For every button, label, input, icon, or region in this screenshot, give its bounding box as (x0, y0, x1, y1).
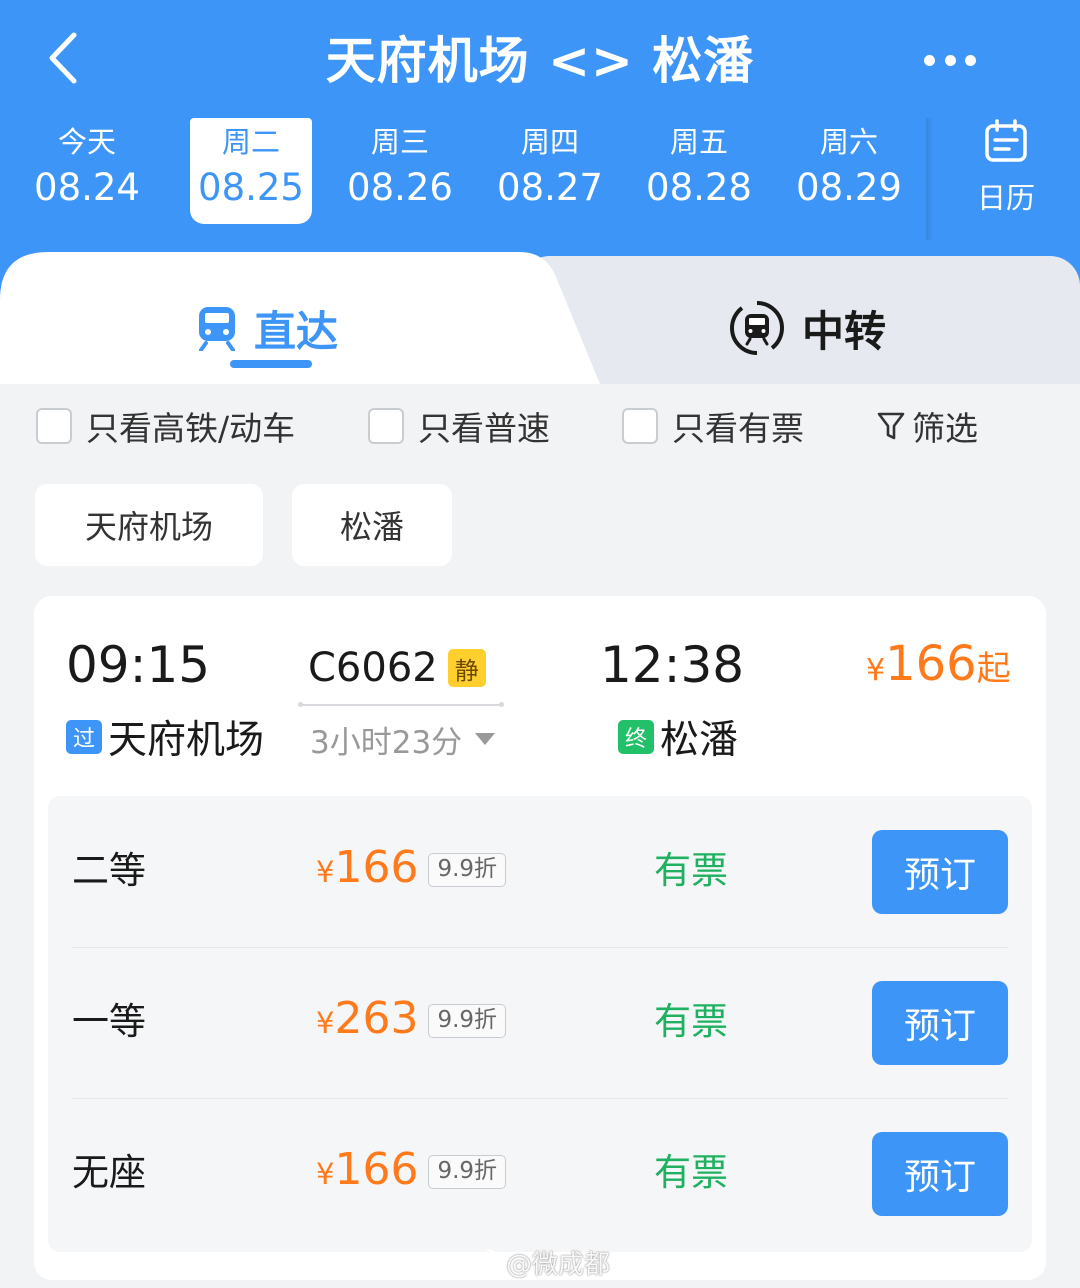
date-value: 08.24 (34, 166, 140, 209)
date-tab-0827[interactable]: 周四 08.27 (489, 118, 611, 224)
tab-transfer[interactable]: 中转 (728, 288, 886, 368)
station-chip-to[interactable]: 松潘 (292, 484, 452, 566)
discount-badge: 9.9折 (428, 1155, 507, 1189)
tab-direct[interactable]: 直达 (196, 288, 338, 368)
watermark-text: @微成都 (506, 1249, 611, 1280)
filter-button[interactable]: 筛选 (876, 404, 978, 448)
funnel-icon (876, 410, 906, 442)
pass-through-badge: 过 (66, 720, 102, 754)
tab-active-indicator (230, 360, 312, 368)
tab-transfer-label: 中转 (802, 306, 887, 356)
seat-class-name: 无座 (72, 1151, 146, 1194)
seat-price: ¥ 166 9.9折 (316, 842, 507, 898)
filter-hsr-only-checkbox[interactable]: 只看高铁/动车 (36, 406, 295, 448)
seat-row-second-class: 二等 ¥ 166 9.9折 有票 预订 (48, 796, 1032, 947)
seat-class-name: 一等 (72, 1000, 146, 1043)
seat-price: ¥ 263 9.9折 (316, 993, 507, 1049)
currency-symbol: ¥ (866, 653, 886, 688)
more-dots-icon (924, 54, 935, 66)
seat-price-value: 166 (334, 842, 419, 893)
min-price-suffix: 起 (976, 649, 1011, 689)
transfer-train-icon (728, 299, 786, 357)
calendar-button[interactable]: 日历 (958, 116, 1054, 216)
arrive-station-name: 松潘 (660, 718, 739, 763)
seat-price: ¥ 166 9.9折 (316, 1144, 507, 1200)
weibo-logo-icon (458, 1246, 500, 1278)
route-type-tabs: 直达 中转 (0, 252, 1080, 384)
book-button-no-seat[interactable]: 预订 (872, 1132, 1008, 1216)
watermark: @微成都 (458, 1244, 610, 1280)
back-button[interactable] (38, 30, 88, 86)
book-button-second-class[interactable]: 预订 (872, 830, 1008, 914)
availability-status: 有票 (654, 849, 728, 892)
date-value: 08.26 (347, 166, 453, 209)
terminal-badge: 终 (618, 720, 654, 754)
date-weekday: 今天 (57, 125, 116, 159)
filter-bar: 只看高铁/动车 只看普速 只看有票 筛选 (0, 384, 1080, 470)
filter-available-only-checkbox[interactable]: 只看有票 (622, 406, 804, 448)
seat-class-name: 二等 (72, 849, 146, 892)
currency-symbol: ¥ (316, 1006, 335, 1040)
filter-normal-only-checkbox[interactable]: 只看普速 (368, 406, 550, 448)
arrive-station: 终 松潘 (618, 712, 739, 763)
train-number[interactable]: C6062 静 (308, 640, 486, 696)
currency-symbol: ¥ (316, 1157, 335, 1191)
min-price: ¥ 166 起 (866, 636, 1011, 692)
depart-time: 09:15 (66, 636, 211, 694)
date-value: 08.27 (497, 166, 603, 209)
availability-status: 有票 (654, 1000, 728, 1043)
discount-badge: 9.9折 (428, 853, 507, 887)
currency-symbol: ¥ (316, 855, 335, 889)
filter-hsr-only-label: 只看高铁/动车 (86, 409, 296, 448)
date-weekday: 周四 (520, 125, 579, 159)
depart-station: 过 天府机场 (66, 712, 265, 763)
chevron-left-icon (49, 32, 77, 84)
book-button-first-class[interactable]: 预订 (872, 981, 1008, 1065)
availability-status: 有票 (654, 1151, 728, 1194)
station-chip-from[interactable]: 天府机场 (35, 484, 263, 566)
route-line (298, 702, 504, 707)
caret-down-icon (474, 732, 496, 746)
seat-row-first-class: 一等 ¥ 263 9.9折 有票 预订 (48, 947, 1032, 1098)
seat-price-value: 263 (334, 993, 419, 1044)
tab-direct-label: 直达 (254, 306, 339, 356)
date-value: 08.29 (796, 166, 902, 209)
calendar-divider (926, 118, 934, 240)
quiet-carriage-badge: 静 (447, 649, 486, 687)
seat-list: 二等 ¥ 166 9.9折 有票 预订 一等 ¥ 263 9.9折 有票 预订 … (48, 796, 1032, 1252)
train-card[interactable]: 09:15 过 天府机场 C6062 静 3小时23分 12:38 终 松潘 ¥… (34, 596, 1046, 1280)
date-weekday: 周二 (221, 125, 280, 159)
date-tab-0825[interactable]: 周二 08.25 (190, 118, 312, 224)
calendar-label: 日历 (976, 181, 1035, 215)
min-price-value: 166 (885, 636, 977, 692)
seat-row-no-seat: 无座 ¥ 166 9.9折 有票 预订 (48, 1098, 1032, 1249)
checkbox-icon (36, 408, 72, 444)
page-title: 天府机场 <> 松潘 (325, 32, 755, 90)
duration-text: 3小时23分 (310, 724, 463, 761)
filter-available-only-label: 只看有票 (672, 409, 804, 448)
train-number-text: C6062 (308, 645, 438, 691)
date-tab-0824[interactable]: 今天 08.24 (26, 118, 148, 224)
date-value: 08.28 (646, 166, 752, 209)
date-tab-0829[interactable]: 周六 08.29 (788, 118, 910, 224)
filter-button-label: 筛选 (912, 409, 978, 448)
date-weekday: 周五 (669, 125, 728, 159)
seat-price-value: 166 (334, 1144, 419, 1195)
calendar-icon (985, 119, 1027, 162)
checkbox-icon (622, 408, 658, 444)
date-weekday: 周六 (819, 125, 878, 159)
depart-station-name: 天府机场 (108, 718, 265, 763)
more-button[interactable] (918, 40, 982, 80)
date-tab-0828[interactable]: 周五 08.28 (638, 118, 760, 224)
filter-normal-only-label: 只看普速 (418, 409, 550, 448)
discount-badge: 9.9折 (428, 1004, 507, 1038)
train-icon (196, 305, 238, 351)
arrive-time: 12:38 (600, 636, 745, 694)
date-tab-0826[interactable]: 周三 08.26 (339, 118, 461, 224)
date-weekday: 周三 (370, 125, 429, 159)
checkbox-icon (368, 408, 404, 444)
date-value: 08.25 (198, 166, 304, 209)
duration-toggle[interactable]: 3小时23分 (310, 716, 496, 762)
